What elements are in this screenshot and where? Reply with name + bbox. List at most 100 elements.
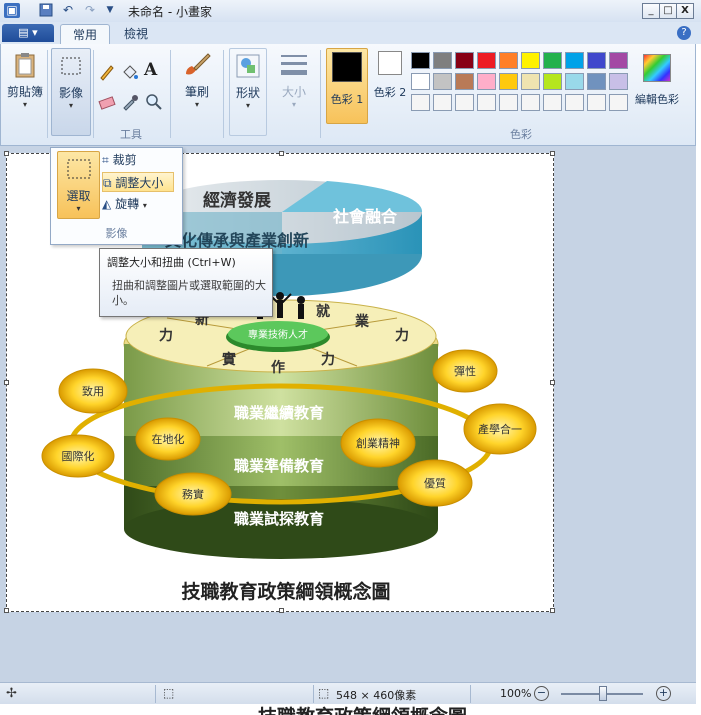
color-swatch[interactable] [455, 52, 474, 69]
tooltip-title: 調整大小和扭曲 (Ctrl+W) [107, 256, 236, 269]
image-button[interactable]: 影像 ▾ [51, 48, 91, 136]
top-right-label: 社會融合 [332, 207, 398, 226]
chevron-down-icon: ▾ [22, 100, 27, 109]
clipboard-label: 剪貼簿 [6, 85, 43, 99]
resize-handle[interactable] [550, 151, 555, 156]
resize-handle[interactable] [550, 608, 555, 613]
crop-item[interactable]: ⌗ 裁剪 [102, 150, 174, 170]
edit-colors-button[interactable]: 編輯色彩 [633, 54, 681, 107]
color-swatch[interactable] [521, 94, 540, 111]
color-swatch[interactable] [477, 94, 496, 111]
canvas-size-text: 548 × 460像素 [336, 689, 417, 702]
layer-1-label: 職業繼續教育 [234, 404, 324, 422]
color-swatch[interactable] [411, 73, 430, 90]
color-swatch[interactable] [565, 73, 584, 90]
minimize-button[interactable]: _ [642, 3, 660, 19]
canvas-size-icon: ⬚ [318, 686, 330, 700]
color-swatch[interactable] [433, 52, 452, 69]
tab-view[interactable]: 檢視 [112, 24, 160, 44]
text-tool-icon[interactable]: A [144, 60, 164, 80]
line-size-icon [281, 55, 307, 75]
color-picker-icon[interactable] [120, 92, 140, 112]
color-swatch[interactable] [587, 52, 606, 69]
color-swatch[interactable] [521, 52, 540, 69]
redo-icon[interactable]: ↷ [82, 3, 98, 18]
zoom-slider-thumb[interactable] [599, 686, 607, 701]
color-swatch[interactable] [587, 73, 606, 90]
magnifier-icon[interactable] [144, 92, 164, 112]
color-swatch[interactable] [521, 73, 540, 90]
chevron-down-icon: ▾ [142, 201, 147, 210]
divider [170, 50, 171, 138]
paint-menu-button[interactable]: ▤ ▾ [2, 24, 54, 42]
select-button[interactable]: 選取 ▾ [57, 151, 100, 219]
color-swatch[interactable] [609, 94, 628, 111]
fill-bucket-icon[interactable] [120, 62, 140, 82]
color-swatch[interactable] [499, 73, 518, 90]
color-swatch[interactable] [477, 52, 496, 69]
zoom-in-button[interactable]: + [656, 686, 671, 701]
color-swatch[interactable] [411, 94, 430, 111]
color-swatch[interactable] [499, 52, 518, 69]
color-swatch[interactable] [433, 94, 452, 111]
divider [155, 685, 156, 703]
image-group-label: 影像 [105, 227, 128, 240]
save-icon[interactable] [38, 3, 54, 18]
maximize-button[interactable]: □ [659, 3, 677, 19]
resize-handle[interactable] [550, 380, 555, 385]
size-label: 大小 [281, 85, 306, 99]
resize-handle[interactable] [4, 151, 9, 156]
resize-handle[interactable] [4, 380, 9, 385]
oval-practical: 務實 [182, 487, 204, 501]
rotate-item[interactable]: ◭ 旋轉 ▾ [102, 194, 174, 214]
divider [47, 50, 48, 138]
tab-home[interactable]: 常用 [60, 24, 111, 45]
color2-button[interactable]: 色彩 2 [370, 51, 410, 100]
employment-right: 業 [354, 313, 370, 330]
zoom-out-button[interactable]: − [534, 686, 549, 701]
color1-button[interactable]: 色彩 1 [326, 48, 368, 124]
color-swatch[interactable] [455, 73, 474, 90]
crop-label: 裁剪 [112, 153, 137, 167]
center-platform-label: 專業技術人才 [248, 328, 308, 341]
practice-1: 實 [222, 351, 236, 368]
resize-item[interactable]: ⧉ 調整大小 [102, 172, 174, 192]
resize-handle[interactable] [4, 608, 9, 613]
undo-icon[interactable]: ↶ [60, 3, 76, 18]
color-swatch[interactable] [609, 52, 628, 69]
size-button[interactable]: 大小 ▾ [275, 50, 313, 109]
shapes-button[interactable]: 形狀 ▾ [229, 48, 267, 136]
oval-industry: 產學合一 [478, 422, 522, 436]
brushes-button[interactable]: 筆刷 ▾ [177, 50, 217, 109]
pencil-icon[interactable] [97, 62, 117, 82]
color-swatch[interactable] [455, 94, 474, 111]
clipboard-button[interactable]: 剪貼簿 ▾ [5, 50, 45, 109]
resize-handle[interactable] [279, 151, 284, 156]
color2-swatch [378, 51, 402, 75]
divider [223, 50, 224, 138]
cursor-position-icon: ✢ [6, 686, 17, 701]
selection-size-icon: ⬚ [163, 686, 175, 700]
oval-quality: 優質 [424, 476, 446, 490]
app-icon[interactable]: ▣ [4, 3, 20, 18]
tooltip-body: 扭曲和調整圖片或選取範圍的大小。 [112, 279, 266, 307]
layer-2-label: 職業準備教育 [234, 457, 324, 475]
color1-swatch [332, 52, 362, 82]
color-swatch[interactable] [543, 73, 562, 90]
close-button[interactable]: X [676, 3, 694, 19]
eraser-icon[interactable] [97, 92, 117, 112]
color-swatch[interactable] [609, 73, 628, 90]
color-swatch[interactable] [543, 52, 562, 69]
divider [313, 685, 314, 703]
color-swatch[interactable] [477, 73, 496, 90]
color-swatch[interactable] [543, 94, 562, 111]
color-swatch[interactable] [565, 52, 584, 69]
color-swatch[interactable] [587, 94, 606, 111]
customize-quick-access-icon[interactable]: ▼ [102, 3, 118, 18]
color-swatch[interactable] [411, 52, 430, 69]
help-icon[interactable]: ? [677, 26, 691, 40]
color-swatch[interactable] [499, 94, 518, 111]
color-swatch[interactable] [433, 73, 452, 90]
resize-handle[interactable] [279, 608, 284, 613]
color-swatch[interactable] [565, 94, 584, 111]
